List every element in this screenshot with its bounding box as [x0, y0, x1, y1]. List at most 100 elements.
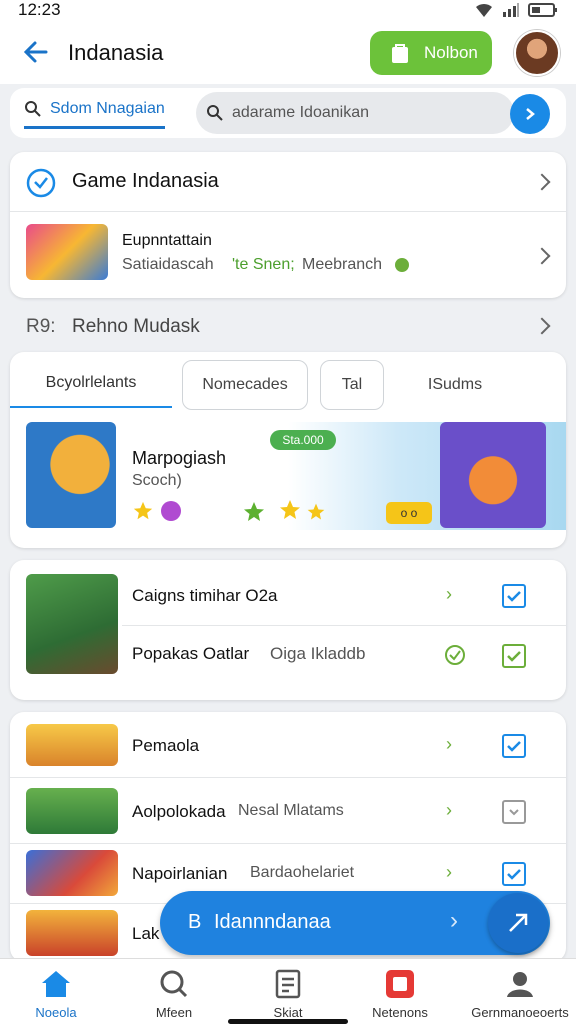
featured-banner[interactable]: Sta.000 Marpogiash Scoch) o o [10, 422, 566, 530]
check-icon [507, 741, 521, 752]
featured-title: Marpogiash [132, 448, 227, 468]
search-icon [25, 101, 41, 117]
gem-icon [161, 501, 181, 521]
section2-header[interactable]: R9: Rehno Mudask [10, 304, 566, 348]
nav-label: Noeola [35, 1005, 77, 1020]
item-title: Lak [132, 924, 160, 943]
game-thumbnail [26, 850, 118, 896]
bottom-nav: Noeola Mfeen Skiat Netenons Gernmanoeoer… [0, 958, 576, 1024]
tab-label: ISudms [427, 376, 483, 393]
featured-card: Bcyolrlelants Nomecades Tal ISudms Sta.0… [10, 352, 566, 548]
send-icon [509, 913, 528, 932]
tab-active[interactable]: Bcyolrlelants [10, 360, 172, 408]
game-thumbnail [26, 910, 118, 956]
page-title: Indanasia [68, 40, 164, 65]
tab-plain[interactable]: ISudms [400, 360, 510, 410]
header-action-button[interactable]: Nolbon [370, 31, 492, 75]
list-card-1: Caigns timihar O2a › Popakas Oatlar Oiga… [10, 560, 566, 700]
featured-badge: Sta.000 [270, 430, 336, 450]
checkbox[interactable] [502, 862, 526, 886]
chevron-right-icon: › [446, 584, 452, 604]
game-thumbnail [26, 224, 108, 280]
checkbox[interactable] [502, 644, 526, 668]
item-title: Eupnntattain [122, 232, 212, 249]
nav-profile[interactable]: Gernmanoeoerts [470, 967, 570, 1020]
chevron-right-icon [533, 247, 551, 265]
check-icon [507, 869, 521, 880]
back-arrow-icon[interactable] [22, 38, 50, 66]
signal-icon [503, 3, 519, 17]
tab-chip[interactable]: Nomecades [182, 360, 308, 410]
item-sub: Oiga Ikladdb [270, 644, 366, 663]
wifi-icon [476, 3, 492, 17]
tab-label: Nomecades [202, 376, 288, 393]
list-item[interactable]: Popakas Oatlar Oiga Ikladdb [122, 626, 566, 682]
search-tab-label: Sdom Nnagaian [50, 100, 165, 117]
status-bar: 12:23 [0, 0, 576, 22]
search-placeholder: adarame Idoanikan [232, 104, 369, 121]
item-title: Aolpolokada [132, 802, 226, 821]
chevron-right-icon: › [446, 862, 452, 882]
featured-left-art [26, 422, 116, 528]
chevron-down-icon [509, 809, 519, 816]
nav-label: Netenons [372, 1005, 428, 1020]
avatar[interactable] [514, 30, 560, 76]
section2-heading: Rehno Mudask [72, 316, 200, 337]
featured-pill[interactable]: o o [386, 502, 432, 524]
search-tab[interactable]: Sdom Nnagaian [24, 100, 165, 129]
checkbox[interactable] [502, 800, 526, 824]
floating-action-bar[interactable]: B Idannndanaa › [160, 891, 550, 955]
search-icon [207, 105, 223, 121]
featured-right-art [440, 422, 546, 528]
section-header[interactable]: Game Indanasia [10, 152, 566, 212]
chevron-right-icon: › [446, 800, 452, 820]
nav-label: Mfeen [155, 1005, 193, 1020]
game-thumbnail [26, 724, 118, 766]
chevron-right-icon: › [450, 907, 458, 934]
checkbox[interactable] [502, 584, 526, 608]
gift-icon [386, 970, 414, 998]
search-bar: Sdom Nnagaian adarame Idoanikan [10, 88, 566, 138]
item-title: Caigns timihar O2a [132, 586, 278, 605]
nav-list[interactable]: Skiat [238, 967, 338, 1020]
list-item[interactable]: Pemaola › [10, 712, 566, 778]
section2-prefix: R9: [26, 316, 56, 337]
section-heading: Game Indanasia [72, 170, 219, 192]
checkbox[interactable] [502, 734, 526, 758]
chevron-right-icon [526, 108, 535, 120]
battery-icon [528, 3, 557, 17]
star-icon [307, 503, 325, 520]
fab-label: Idannndanaa [214, 911, 331, 933]
item-sub-c: Meebranch [302, 256, 383, 273]
user-icon [507, 972, 533, 997]
list-item[interactable]: Caigns timihar O2a › [122, 570, 566, 626]
home-icon [42, 971, 70, 997]
star-icon [280, 500, 300, 519]
nav-notifications[interactable]: Netenons [350, 967, 450, 1020]
nav-home[interactable]: Noeola [6, 967, 106, 1020]
item-sub: Bardaohelariet [250, 864, 355, 881]
search-icon [160, 970, 188, 998]
item-title: Napoirlanian [132, 864, 228, 883]
list-item[interactable]: Aolpolokada Nesal Mlatams › [10, 778, 566, 844]
item-title: Popakas Oatlar [132, 644, 250, 663]
chevron-right-icon [533, 317, 551, 335]
chevron-right-icon [533, 173, 551, 191]
featured-sub: Scoch) [132, 472, 182, 489]
tab-chip[interactable]: Tal [320, 360, 384, 410]
chevron-right-icon: › [446, 734, 452, 754]
game-section-card: Game Indanasia Eupnntattain Satiaidascah… [10, 152, 566, 298]
bag-icon [392, 44, 408, 63]
fab-send-button[interactable] [488, 893, 548, 953]
fab-prefix: B [188, 911, 202, 933]
tab-label: Bcyolrlelants [45, 374, 137, 391]
search-input[interactable]: adarame Idoanikan [196, 92, 514, 134]
item-sub-b: 'te Snen; [232, 256, 295, 273]
verified-icon [395, 258, 409, 272]
document-icon [275, 969, 301, 999]
search-go-button[interactable] [510, 94, 550, 134]
list-item[interactable]: Eupnntattain Satiaidascah 'te Snen; Meeb… [10, 212, 566, 298]
item-title: Pemaola [132, 736, 200, 755]
nav-search[interactable]: Mfeen [124, 967, 224, 1020]
star-icon [244, 502, 264, 521]
